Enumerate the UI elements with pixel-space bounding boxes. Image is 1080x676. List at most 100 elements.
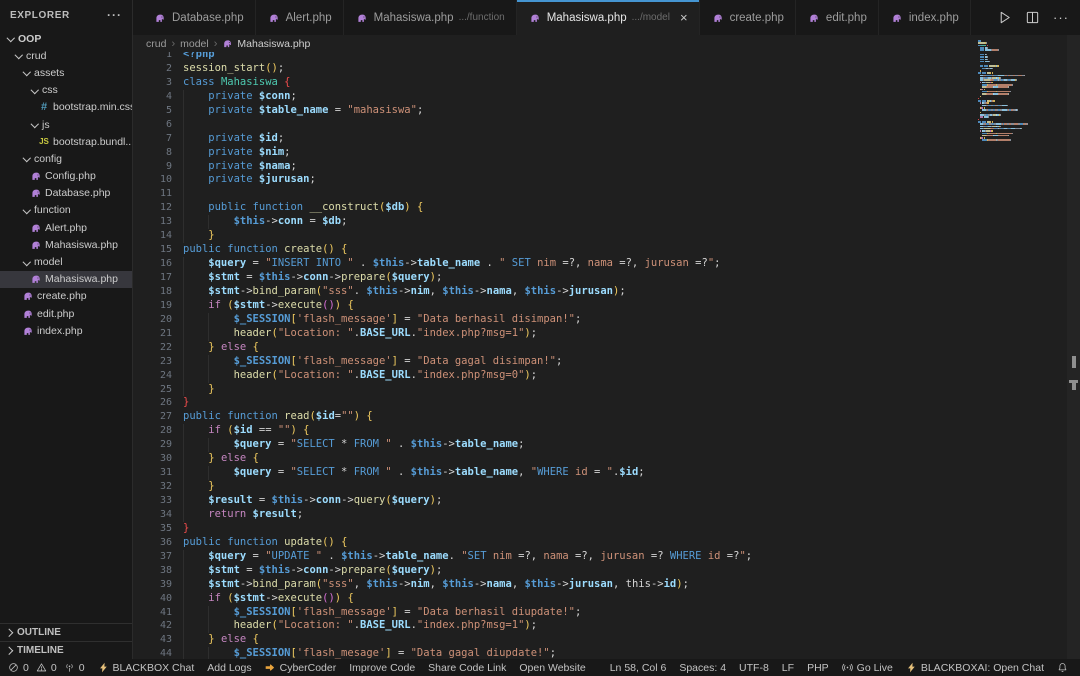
code-line[interactable]: 41$_SESSION['flash_message'] = "Data ber… [133, 606, 1080, 620]
code-line[interactable]: 35} [133, 522, 1080, 536]
code-line[interactable]: 39$stmt->bind_param("sss", $this->nim, $… [133, 578, 1080, 592]
tab-database-php[interactable]: Database.php [142, 0, 256, 35]
tab-edit-php[interactable]: edit.php [796, 0, 879, 35]
tree-folder-js[interactable]: js [0, 116, 132, 133]
line-number[interactable]: 29 [133, 438, 172, 452]
code-line[interactable]: 6 [133, 118, 1080, 132]
line-number[interactable]: 44 [133, 647, 172, 659]
explorer-more-actions-icon[interactable]: ··· [107, 8, 122, 22]
code-line[interactable]: 22} else { [133, 341, 1080, 355]
blackboxai-open-chat-button[interactable]: BLACKBOXAI: Open Chat [906, 662, 1044, 674]
tree-folder-crud[interactable]: crud [0, 47, 132, 64]
open-website-button[interactable]: Open Website [519, 662, 585, 674]
line-number[interactable]: 10 [133, 173, 172, 187]
code-line[interactable]: 9private $nama; [133, 160, 1080, 174]
line-number[interactable]: 15 [133, 243, 172, 257]
code-line[interactable]: 15public function create() { [133, 243, 1080, 257]
line-number[interactable]: 4 [133, 90, 172, 104]
tree-file-create-php[interactable]: create.php [0, 288, 132, 305]
line-number[interactable]: 18 [133, 285, 172, 299]
tab-create-php[interactable]: create.php [700, 0, 796, 35]
run-button-icon[interactable] [997, 10, 1012, 25]
breadcrumb-item-mahasiswa-php[interactable]: Mahasiswa.php [222, 38, 310, 50]
code-line[interactable]: 5private $table_name = "mahasiswa"; [133, 104, 1080, 118]
code-line[interactable]: 28if ($id == "") { [133, 424, 1080, 438]
tree-file-database-php[interactable]: Database.php [0, 185, 132, 202]
warnings-indicator[interactable]: 0 [36, 662, 57, 674]
tree-folder-config[interactable]: config [0, 150, 132, 167]
tree-file-mahasiswa-php[interactable]: Mahasiswa.php [0, 271, 132, 288]
line-number[interactable]: 35 [133, 522, 172, 536]
line-number[interactable]: 33 [133, 494, 172, 508]
code-line[interactable]: 29$query = "SELECT * FROM " . $this->tab… [133, 438, 1080, 452]
code-line[interactable]: 37$query = "UPDATE " . $this->table_name… [133, 550, 1080, 564]
line-number[interactable]: 24 [133, 369, 172, 383]
errors-indicator[interactable]: 0 [8, 662, 29, 674]
tree-folder-function[interactable]: function [0, 202, 132, 219]
line-number[interactable]: 6 [133, 118, 172, 132]
code-editor[interactable]: 1<?php2session_start();3class Mahasiswa … [133, 52, 1080, 659]
tree-file-mahasiswa-php[interactable]: Mahasiswa.php [0, 236, 132, 253]
tab-mahasiswa-php-model[interactable]: Mahasiswa.php.../model× [517, 0, 700, 35]
line-number[interactable]: 23 [133, 355, 172, 369]
improve-code-button[interactable]: Improve Code [349, 662, 415, 674]
encoding[interactable]: UTF-8 [739, 662, 769, 674]
ports-indicator[interactable]: 0 [64, 662, 85, 674]
tree-file-bootstrap-min-css[interactable]: #bootstrap.min.css [0, 99, 132, 116]
line-number[interactable]: 25 [133, 383, 172, 397]
line-number[interactable]: 5 [133, 104, 172, 118]
line-number[interactable]: 26 [133, 396, 172, 410]
split-editor-button-icon[interactable] [1025, 10, 1040, 25]
line-number[interactable]: 1 [133, 52, 172, 62]
code-line[interactable]: 10private $jurusan; [133, 173, 1080, 187]
breadcrumb-item-model[interactable]: model [180, 38, 209, 50]
line-number[interactable]: 43 [133, 633, 172, 647]
code-line[interactable]: 17$stmt = $this->conn->prepare($query); [133, 271, 1080, 285]
minimap[interactable] [978, 40, 1066, 142]
indentation[interactable]: Spaces: 4 [679, 662, 726, 674]
code-line[interactable]: 12public function __construct($db) { [133, 201, 1080, 215]
tree-folder-assets[interactable]: assets [0, 64, 132, 81]
code-line[interactable]: 33$result = $this->conn->query($query); [133, 494, 1080, 508]
code-line[interactable]: 7private $id; [133, 132, 1080, 146]
language-mode[interactable]: PHP [807, 662, 829, 674]
line-number[interactable]: 34 [133, 508, 172, 522]
line-number[interactable]: 16 [133, 257, 172, 271]
share-code-link-button[interactable]: Share Code Link [428, 662, 506, 674]
line-number[interactable]: 27 [133, 410, 172, 424]
code-line[interactable]: 43} else { [133, 633, 1080, 647]
line-number[interactable]: 19 [133, 299, 172, 313]
line-number[interactable]: 36 [133, 536, 172, 550]
add-logs-button[interactable]: Add Logs [207, 662, 251, 674]
blackbox-chat-button[interactable]: BLACKBOX Chat [98, 662, 195, 674]
tree-file-index-php[interactable]: index.php [0, 322, 132, 339]
code-line[interactable]: 19if ($stmt->execute()) { [133, 299, 1080, 313]
tab-index-php[interactable]: index.php [879, 0, 971, 35]
code-line[interactable]: 40if ($stmt->execute()) { [133, 592, 1080, 606]
cursor-position[interactable]: Ln 58, Col 6 [610, 662, 667, 674]
line-number[interactable]: 20 [133, 313, 172, 327]
line-number[interactable]: 32 [133, 480, 172, 494]
code-line[interactable]: 2session_start(); [133, 62, 1080, 76]
line-number[interactable]: 7 [133, 132, 172, 146]
code-line[interactable]: 14} [133, 229, 1080, 243]
line-number[interactable]: 22 [133, 341, 172, 355]
tree-file-edit-php[interactable]: edit.php [0, 305, 132, 322]
code-line[interactable]: 3class Mahasiswa { [133, 76, 1080, 90]
tree-folder-css[interactable]: css [0, 82, 132, 99]
line-number[interactable]: 11 [133, 187, 172, 201]
code-line[interactable]: 24header("Location: ".BASE_URL."index.ph… [133, 369, 1080, 383]
code-line[interactable]: 27public function read($id="") { [133, 410, 1080, 424]
line-number[interactable]: 9 [133, 160, 172, 174]
vertical-scrollbar[interactable] [1067, 35, 1080, 659]
line-number[interactable]: 30 [133, 452, 172, 466]
section-timeline[interactable]: TIMELINE [0, 641, 132, 659]
breadcrumb-item-crud[interactable]: crud [146, 38, 166, 50]
tab-alert-php[interactable]: Alert.php [256, 0, 344, 35]
tree-file-config-php[interactable]: Config.php [0, 168, 132, 185]
tree-folder-oop[interactable]: OOP [0, 30, 132, 47]
line-number[interactable]: 12 [133, 201, 172, 215]
code-line[interactable]: 11 [133, 187, 1080, 201]
tree-folder-model[interactable]: model [0, 253, 132, 270]
code-line[interactable]: 18$stmt->bind_param("sss". $this->nim, $… [133, 285, 1080, 299]
